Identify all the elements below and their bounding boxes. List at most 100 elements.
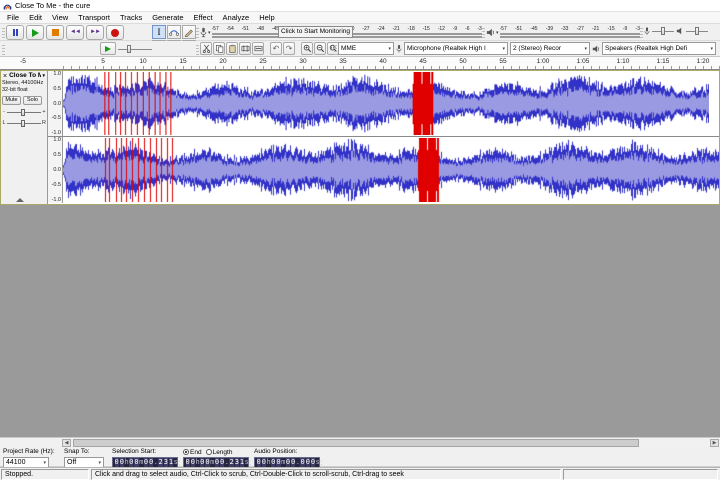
radio-unchecked-icon [206, 449, 212, 455]
solo-button[interactable]: Solo [23, 96, 42, 105]
playback-meter[interactable]: ▾ -57-51-45-39-33-27-21-15-9-3 [486, 25, 640, 40]
end-length-radios: End Length [183, 448, 249, 456]
draw-tool-button[interactable] [182, 25, 196, 39]
stop-button[interactable] [46, 25, 64, 40]
toolbar-grip[interactable] [196, 26, 199, 38]
timefield-char: 0 [271, 458, 275, 467]
monitor-prompt[interactable]: Click to Start Monitoring [278, 26, 353, 38]
menu-item-tracks[interactable]: Tracks [115, 12, 147, 24]
menu-item-edit[interactable]: Edit [24, 12, 47, 24]
timefield-char: 2 [158, 458, 162, 467]
toolbar-grip[interactable] [2, 43, 5, 55]
waveform-right[interactable] [63, 138, 719, 202]
slider-thumb[interactable] [127, 45, 131, 53]
toolbar-grip[interactable] [334, 43, 337, 55]
undo-icon: ↶ [273, 45, 280, 53]
skip-start-icon: ◄◄ [70, 29, 80, 36]
waveform-left[interactable] [63, 72, 709, 135]
copy-button[interactable] [213, 42, 225, 55]
trim-audio-button[interactable] [239, 42, 251, 55]
play-at-speed-button[interactable] [100, 42, 116, 55]
silence-audio-button[interactable] [252, 42, 264, 55]
chevron-down-icon[interactable]: ▾ [496, 30, 499, 36]
menu-item-help[interactable]: Help [254, 12, 279, 24]
menu-item-file[interactable]: File [2, 12, 24, 24]
timefield-spinner[interactable]: ▴▾ [178, 459, 180, 467]
menu-item-view[interactable]: View [47, 12, 73, 24]
timeline-tick-label: 10 [139, 58, 146, 65]
playback-volume-slider[interactable] [686, 26, 708, 36]
length-radio[interactable]: Length [206, 449, 233, 456]
vertical-scale-label: -0.5 [49, 115, 61, 121]
vertical-scale-label: 1.0 [49, 137, 61, 143]
status-hint: Click and drag to select audio, Ctrl-Cli… [91, 469, 561, 480]
paste-button[interactable] [226, 42, 238, 55]
audio-position-group: Audio Position: ▴▾ 00h00m00.000s [254, 448, 320, 468]
scroll-right-arrow[interactable]: ▶ [710, 439, 719, 447]
track-collapse-button[interactable] [16, 198, 24, 202]
recording-device-dropdown[interactable]: Microphone (Realtek High I▾ [404, 42, 508, 55]
horizontal-scrollbar[interactable]: ◀ ▶ [0, 437, 720, 447]
cut-button[interactable] [200, 42, 212, 55]
undo-button[interactable]: ↶ [270, 42, 282, 55]
menu-item-analyze[interactable]: Analyze [218, 12, 255, 24]
slider-thumb[interactable] [695, 27, 699, 35]
playback-device-dropdown[interactable]: Speakers (Realtek High Defi▾ [602, 42, 716, 55]
recording-meter[interactable]: ▾ -57-54-51-48-45-42-39-36-33-30-27-24-2… [200, 25, 482, 40]
recording-volume-slider[interactable] [652, 26, 674, 36]
envelope-tool-button[interactable] [167, 25, 181, 39]
timefield-spinner[interactable]: ▴▾ [249, 459, 251, 467]
toolbar-grip[interactable] [640, 26, 643, 38]
track-close-button[interactable]: × [2, 73, 8, 80]
slider-thumb[interactable] [21, 120, 25, 127]
play-button[interactable] [26, 25, 44, 40]
timefield-spinner[interactable]: ▴▾ [320, 459, 322, 467]
playback-speed-slider[interactable] [118, 44, 152, 54]
gain-min-label: - [2, 109, 6, 115]
recording-channels-dropdown[interactable]: 2 (Stereo) Recor▾ [510, 42, 590, 55]
slider-thumb[interactable] [21, 109, 25, 116]
toolbar-grip[interactable] [2, 26, 5, 38]
slider-thumb[interactable] [661, 27, 665, 35]
skip-to-end-button[interactable]: ►► [86, 25, 104, 40]
toolbar-grip[interactable] [196, 43, 199, 55]
pan-slider-track[interactable] [7, 119, 41, 127]
track-bitdepth-line: 32-bit float [2, 87, 46, 94]
menu-item-generate[interactable]: Generate [147, 12, 188, 24]
record-button[interactable] [106, 25, 124, 40]
meter-scale-number: -9 [453, 26, 457, 32]
snap-to-value: Off [67, 459, 76, 466]
redo-button[interactable]: ↷ [283, 42, 295, 55]
selection-tool-button[interactable]: I [152, 25, 166, 39]
menu-item-effect[interactable]: Effect [189, 12, 218, 24]
audio-host-dropdown[interactable]: MME▾ [338, 42, 394, 55]
title-bar[interactable]: Close To Me - the cure [0, 0, 720, 12]
pan-slider[interactable]: L R [2, 119, 46, 127]
timefield-char: 0 [144, 458, 148, 467]
track-menu-button[interactable]: ▼ [42, 72, 46, 80]
pause-button[interactable] [6, 25, 24, 40]
end-radio[interactable]: End [183, 449, 202, 456]
meter-scale-number: -21 [592, 26, 599, 32]
zoom-in-button[interactable] [301, 42, 313, 55]
timefield-char: . [296, 458, 300, 467]
meter-scale-number: -45 [530, 26, 537, 32]
scrollbar-thumb[interactable] [73, 439, 639, 447]
zoom-out-button[interactable] [314, 42, 326, 55]
chevron-down-icon[interactable]: ▾ [208, 30, 211, 36]
playback-meter-body: -57-51-45-39-33-27-21-15-9-3 [500, 26, 640, 39]
scroll-left-arrow[interactable]: ◀ [62, 439, 71, 447]
mute-button[interactable]: Mute [2, 96, 21, 105]
menu-item-transport[interactable]: Transport [73, 12, 115, 24]
meter-scale-number: -33 [561, 26, 568, 32]
meter-scale-number: -51 [242, 26, 249, 32]
skip-to-start-button[interactable]: ◄◄ [66, 25, 84, 40]
timefield-char: 0 [186, 458, 190, 467]
timefield-char: h [266, 458, 270, 467]
gain-slider[interactable]: - + [2, 108, 46, 116]
toolbar-grip[interactable] [482, 26, 485, 38]
gain-slider-track[interactable] [7, 108, 41, 116]
recording-channels-value: 2 (Stereo) Recor [513, 45, 583, 52]
timeline-ruler[interactable]: -55101520253035404550551:001:051:101:151… [0, 57, 720, 70]
timeline-tick-label: 1:15 [657, 58, 670, 65]
